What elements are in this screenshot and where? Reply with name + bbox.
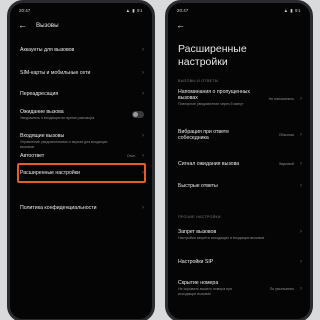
item-title: SIM-карты и мобильные сети [20, 70, 91, 76]
back-arrow-icon[interactable]: ← [18, 21, 27, 30]
list-item-call-waiting[interactable]: Ожидание вызова Уведомлять о входящих во… [20, 109, 144, 121]
list-item-incoming-calls[interactable]: Входящие вызовы Управление уведомлениями… [20, 133, 144, 149]
item-title: Аккаунты для вызовов [20, 47, 75, 53]
chevron-right-icon: › [300, 286, 302, 292]
list-item-autoanswer[interactable]: Автоответ Откл. › [20, 153, 144, 159]
phone-left: 20:47 ▲ ▮ 91 ← Вызовы Аккаунты для вызов… [7, 0, 155, 320]
list-item-missed-call-reminders[interactable]: Напоминания о пропущенных вызовах Повтор… [178, 89, 302, 107]
phone-right: 20:47 ▲ ▮ 91 ← Расширенные настройки ВЫЗ… [165, 0, 313, 320]
status-icons: ▲ ▮ 91 [283, 8, 301, 13]
item-subtitle: Настройки запрета исходящих и входящих в… [178, 236, 265, 241]
list-item-sip-settings[interactable]: Настройки SIP › [178, 259, 302, 265]
item-value: Обычная [278, 133, 294, 137]
status-time: 20:47 [177, 8, 189, 13]
toggle-knob [133, 112, 138, 117]
list-item-call-barring[interactable]: Запрет вызовов Настройки запрета исходящ… [178, 229, 302, 241]
chevron-right-icon: › [142, 70, 144, 76]
item-title: Настройки SIP [178, 259, 214, 265]
status-icons: ▲ ▮ 91 [125, 8, 143, 13]
item-title: Вибрация при ответе собеседника [178, 129, 230, 142]
chevron-right-icon: › [300, 132, 302, 138]
item-subtitle: Управление уведомлениями и звуком для вх… [20, 140, 108, 149]
chevron-right-icon: › [300, 259, 302, 265]
item-subtitle: Повторное уведомление через 5 минут [178, 102, 244, 107]
item-title: Запрет вызовов [178, 229, 217, 235]
item-subtitle: Не скрывать вашего номера при исходящих … [178, 287, 233, 296]
item-subtitle: Уведомлять о входящих во время разговора [20, 116, 95, 121]
item-title: Политика конфиденциальности [20, 205, 97, 211]
section-header-calls: ВЫЗОВЫ И ОТВЕТЫ [178, 79, 219, 83]
list-item-sim-cards[interactable]: SIM-карты и мобильные сети › [20, 70, 144, 76]
chevron-right-icon: › [142, 205, 144, 211]
back-arrow-icon[interactable]: ← [176, 21, 185, 30]
list-item-privacy-policy[interactable]: Политика конфиденциальности › [20, 205, 144, 211]
app-header: ← [176, 20, 302, 32]
item-title: Скрытие номера [178, 280, 219, 286]
list-item-quick-replies[interactable]: Быстрые ответы › [178, 183, 302, 189]
list-item-call-accounts[interactable]: Аккаунты для вызовов › [20, 47, 144, 53]
page-title: Вызовы [36, 22, 59, 29]
list-item-vibrate-on-answer[interactable]: Вибрация при ответе собеседника Обычная … [178, 129, 302, 141]
page-title: Расширенные настройки [178, 43, 247, 68]
list-item-hide-number[interactable]: Скрытие номера Не скрывать вашего номера… [178, 280, 302, 296]
chevron-right-icon: › [142, 153, 144, 159]
item-title: Входящие вызовы [20, 133, 65, 139]
chevron-right-icon: › [300, 161, 302, 167]
item-value: Откл. [126, 154, 136, 158]
list-item-call-waiting-tone[interactable]: Сигнал ожидания вызова Звуковой › [178, 161, 302, 167]
chevron-right-icon: › [300, 229, 302, 235]
item-title: Ожидание вызова [20, 109, 64, 115]
status-bar: 20:47 ▲ ▮ 91 [19, 7, 143, 15]
section-header-other: ПРОЧИЕ НАСТРОЙКИ [178, 215, 221, 219]
item-value: По умолчанию [269, 287, 294, 291]
chevron-right-icon: › [142, 47, 144, 53]
highlight-box [17, 163, 146, 183]
item-title: Быстрые ответы [178, 183, 218, 189]
app-header: ← Вызовы [18, 20, 144, 32]
item-title: Напоминания о пропущенных вызовах [178, 89, 251, 102]
status-time: 20:47 [19, 8, 31, 13]
chevron-right-icon: › [300, 96, 302, 102]
item-value: Не напоминать [268, 97, 294, 101]
item-value: Звуковой [278, 162, 294, 166]
status-bar: 20:47 ▲ ▮ 91 [177, 7, 301, 15]
item-title: Автоответ [20, 153, 45, 159]
chevron-right-icon: › [142, 91, 144, 97]
list-item-forwarding[interactable]: Переадресация › [20, 91, 144, 97]
call-waiting-toggle[interactable] [132, 111, 144, 118]
chevron-right-icon: › [142, 133, 144, 139]
item-title: Переадресация [20, 91, 59, 97]
chevron-right-icon: › [300, 183, 302, 189]
